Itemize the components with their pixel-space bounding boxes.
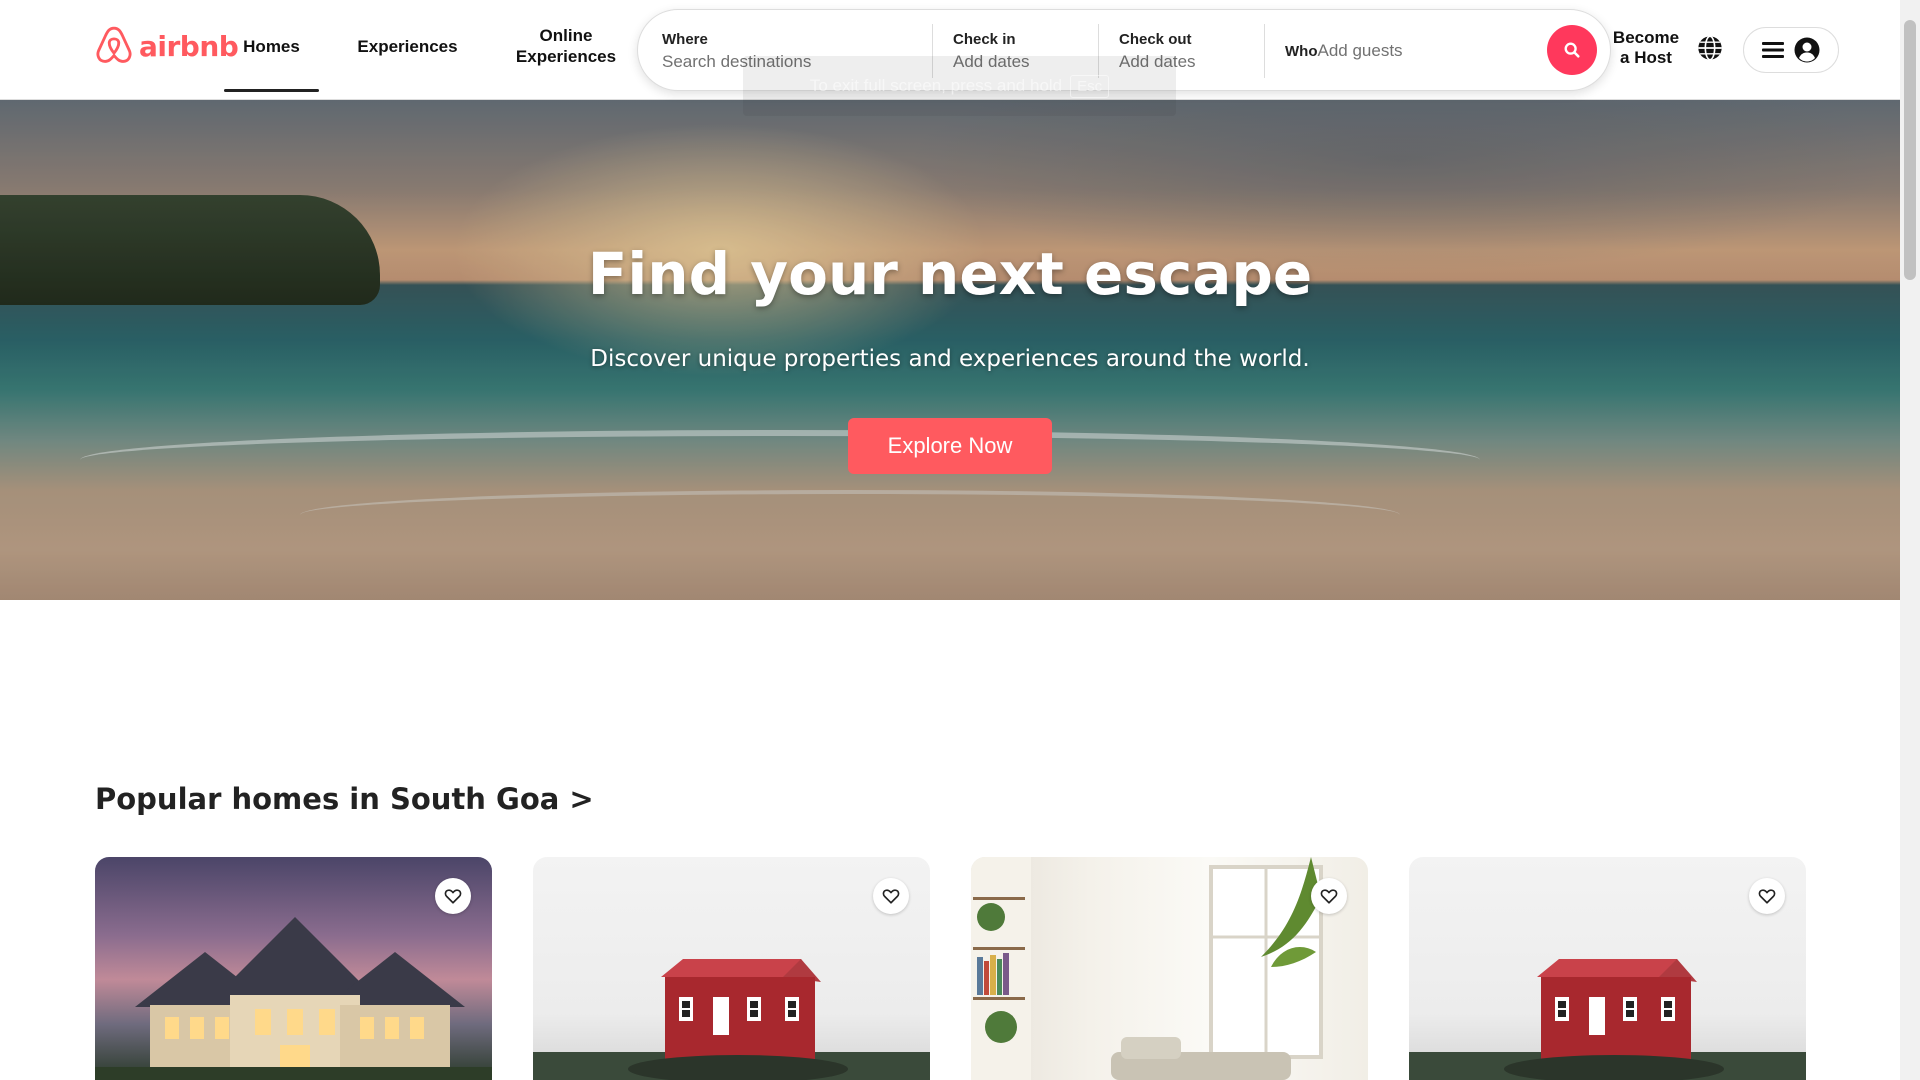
tab-homes[interactable]: Homes xyxy=(224,0,319,92)
listing-image xyxy=(95,857,492,1080)
fullscreen-notice-text: To exit full screen, press and hold xyxy=(809,76,1063,95)
explore-now-button[interactable]: Explore Now xyxy=(848,418,1052,474)
heart-outline-icon xyxy=(1320,889,1338,904)
who-field[interactable]: Who Add guests xyxy=(1285,22,1565,80)
tab-online-experiences[interactable]: Online Experiences xyxy=(508,0,624,92)
globe-icon[interactable] xyxy=(1696,34,1724,62)
who-value: Add guests xyxy=(1317,41,1403,60)
heart-outline-icon xyxy=(1758,889,1776,904)
user-circle-icon xyxy=(1794,37,1820,63)
section-title[interactable]: Popular homes in South Goa > xyxy=(95,782,594,816)
listing-card[interactable] xyxy=(971,857,1368,1080)
scrollbar-thumb[interactable] xyxy=(1904,20,1916,280)
listing-image xyxy=(533,857,930,1080)
who-label: Who xyxy=(1285,42,1318,60)
fullscreen-notice: To exit full screen, press and hold Esc xyxy=(743,56,1176,116)
listing-image xyxy=(971,857,1368,1080)
airbnb-logo-icon xyxy=(96,26,132,63)
where-label: Where xyxy=(662,30,708,48)
hero-subtitle: Discover unique properties and experienc… xyxy=(590,346,1310,372)
favorite-button[interactable] xyxy=(873,878,909,914)
fullscreen-notice-key: Esc xyxy=(1070,74,1110,98)
search-icon xyxy=(1564,42,1580,58)
check-in-label: Check in xyxy=(953,30,1016,48)
hero-banner: Find your next escape Discover unique pr… xyxy=(0,100,1900,600)
divider xyxy=(1264,24,1265,78)
airbnb-logo[interactable]: airbnb xyxy=(95,24,239,68)
become-host-link[interactable]: Become a Host xyxy=(1612,28,1680,68)
listing-image xyxy=(1409,857,1806,1080)
mansion-illustration xyxy=(95,917,492,1080)
red-cabin-illustration xyxy=(533,959,930,1080)
user-menu-button[interactable] xyxy=(1743,27,1839,73)
tab-homes-label: Homes xyxy=(243,36,300,56)
search-button[interactable] xyxy=(1547,25,1597,75)
living-room-illustration xyxy=(971,857,1323,1080)
hamburger-icon xyxy=(1762,42,1784,58)
favorite-button[interactable] xyxy=(435,878,471,914)
listing-card[interactable] xyxy=(95,857,492,1080)
heart-outline-icon xyxy=(444,889,462,904)
red-cabin-illustration xyxy=(1409,959,1806,1080)
hero-title: Find your next escape xyxy=(587,240,1313,308)
tab-experiences-label: Experiences xyxy=(357,36,458,56)
listing-card[interactable] xyxy=(1409,857,1806,1080)
check-out-label: Check out xyxy=(1119,30,1192,48)
heart-outline-icon xyxy=(882,889,900,904)
tab-online-experiences-label: Online Experiences xyxy=(515,26,617,66)
tab-experiences[interactable]: Experiences xyxy=(350,0,465,92)
favorite-button[interactable] xyxy=(1311,878,1347,914)
favorite-button[interactable] xyxy=(1749,878,1785,914)
listing-card[interactable] xyxy=(533,857,930,1080)
page-scrollbar[interactable] xyxy=(1900,0,1920,1080)
